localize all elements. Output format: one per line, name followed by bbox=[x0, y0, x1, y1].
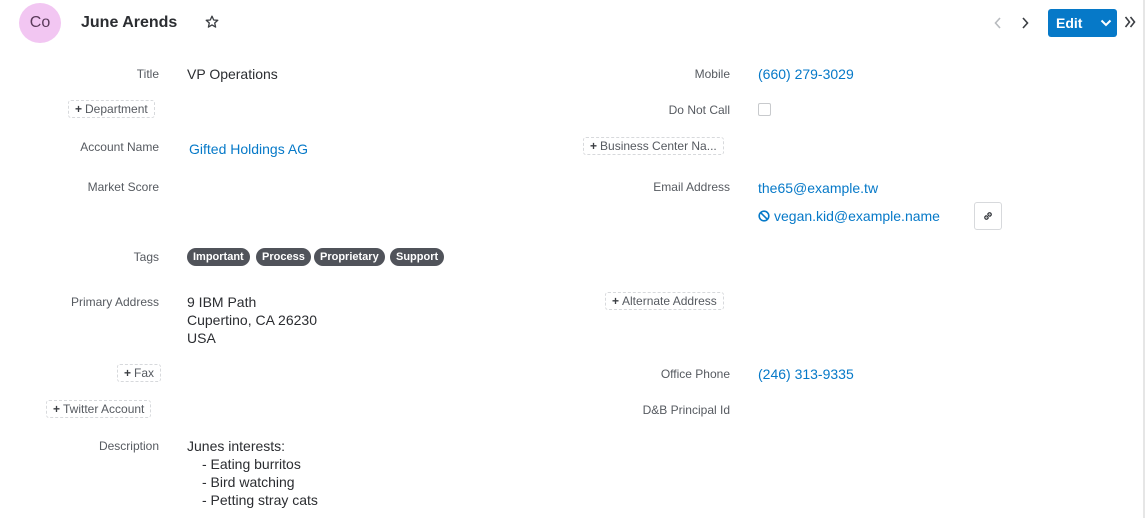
add-twitter-account-label: Twitter Account bbox=[63, 402, 145, 416]
add-department-label: Department bbox=[85, 102, 148, 116]
tag-important: Important bbox=[187, 248, 250, 266]
add-business-center-label: Business Center Na... bbox=[600, 139, 717, 153]
tags-label: Tags bbox=[133, 250, 159, 264]
add-alternate-address-label: Alternate Address bbox=[622, 294, 717, 308]
do-not-call-checkbox[interactable] bbox=[758, 103, 771, 116]
email-address-label: Email Address bbox=[653, 180, 730, 194]
office-phone-label: Office Phone bbox=[660, 367, 730, 381]
record-header: Co June Arends Edit bbox=[0, 0, 1145, 48]
primary-address-value: 9 IBM Path Cupertino, CA 26230 USA bbox=[187, 293, 317, 347]
mobile-label: Mobile bbox=[694, 67, 730, 81]
double-chevron-right-icon[interactable] bbox=[1124, 15, 1136, 29]
description-item: - Petting stray cats bbox=[202, 492, 318, 508]
secondary-email: vegan.kid@example.name bbox=[758, 208, 940, 224]
dnb-principal-id-label: D&B Principal Id bbox=[642, 403, 730, 417]
primary-email-link[interactable]: the65@example.tw bbox=[758, 180, 878, 196]
add-business-center-button[interactable]: + Business Center Na... bbox=[583, 137, 724, 155]
edit-button-label: Edit bbox=[1056, 15, 1083, 31]
tag-support: Support bbox=[390, 248, 445, 266]
account-name-link[interactable]: Gifted Holdings AG bbox=[189, 141, 308, 157]
plus-icon: + bbox=[75, 102, 83, 116]
title-label: Title bbox=[136, 67, 159, 81]
secondary-email-link[interactable]: vegan.kid@example.name bbox=[774, 208, 940, 224]
address-line-2: Cupertino, CA 26230 bbox=[187, 312, 317, 328]
chevron-left-icon[interactable] bbox=[992, 16, 1004, 30]
office-phone-link[interactable]: (246) 313-9335 bbox=[758, 366, 854, 382]
address-line-1: 9 IBM Path bbox=[187, 294, 257, 310]
opted-out-icon bbox=[758, 210, 770, 222]
copy-link-button[interactable] bbox=[974, 202, 1002, 230]
tag-proprietary: Proprietary bbox=[314, 248, 385, 266]
add-fax-label: Fax bbox=[134, 366, 155, 380]
plus-icon: + bbox=[53, 402, 61, 416]
star-icon[interactable] bbox=[205, 15, 219, 29]
title-value: VP Operations bbox=[187, 66, 278, 82]
add-department-button[interactable]: + Department bbox=[68, 100, 155, 118]
edit-button[interactable]: Edit bbox=[1048, 9, 1117, 37]
link-icon bbox=[984, 212, 992, 220]
plus-icon: + bbox=[590, 139, 598, 153]
add-fax-button[interactable]: + Fax bbox=[117, 364, 162, 382]
record-name: June Arends bbox=[81, 14, 178, 31]
description-value: Junes interests: - Eating burritos - Bir… bbox=[187, 437, 318, 509]
plus-icon: + bbox=[612, 294, 620, 308]
mobile-link[interactable]: (660) 279-3029 bbox=[758, 66, 854, 82]
add-alternate-address-button[interactable]: + Alternate Address bbox=[605, 292, 724, 310]
chevron-down-icon bbox=[1100, 19, 1111, 27]
market-score-label: Market Score bbox=[87, 180, 159, 194]
description-label: Description bbox=[98, 439, 159, 453]
avatar: Co bbox=[19, 3, 61, 43]
do-not-call-label: Do Not Call bbox=[668, 103, 730, 117]
chevron-right-icon[interactable] bbox=[1019, 16, 1031, 30]
description-item: - Eating burritos bbox=[202, 456, 301, 472]
add-twitter-account-button[interactable]: + Twitter Account bbox=[46, 400, 152, 418]
edit-dropdown-toggle[interactable] bbox=[1094, 9, 1117, 37]
tag-process: Process bbox=[256, 248, 311, 266]
description-heading: Junes interests: bbox=[187, 438, 286, 454]
plus-icon: + bbox=[124, 366, 132, 380]
address-line-3: USA bbox=[187, 330, 216, 346]
primary-address-label: Primary Address bbox=[70, 295, 159, 309]
description-item: - Bird watching bbox=[202, 474, 295, 490]
account-name-label: Account Name bbox=[80, 140, 159, 154]
